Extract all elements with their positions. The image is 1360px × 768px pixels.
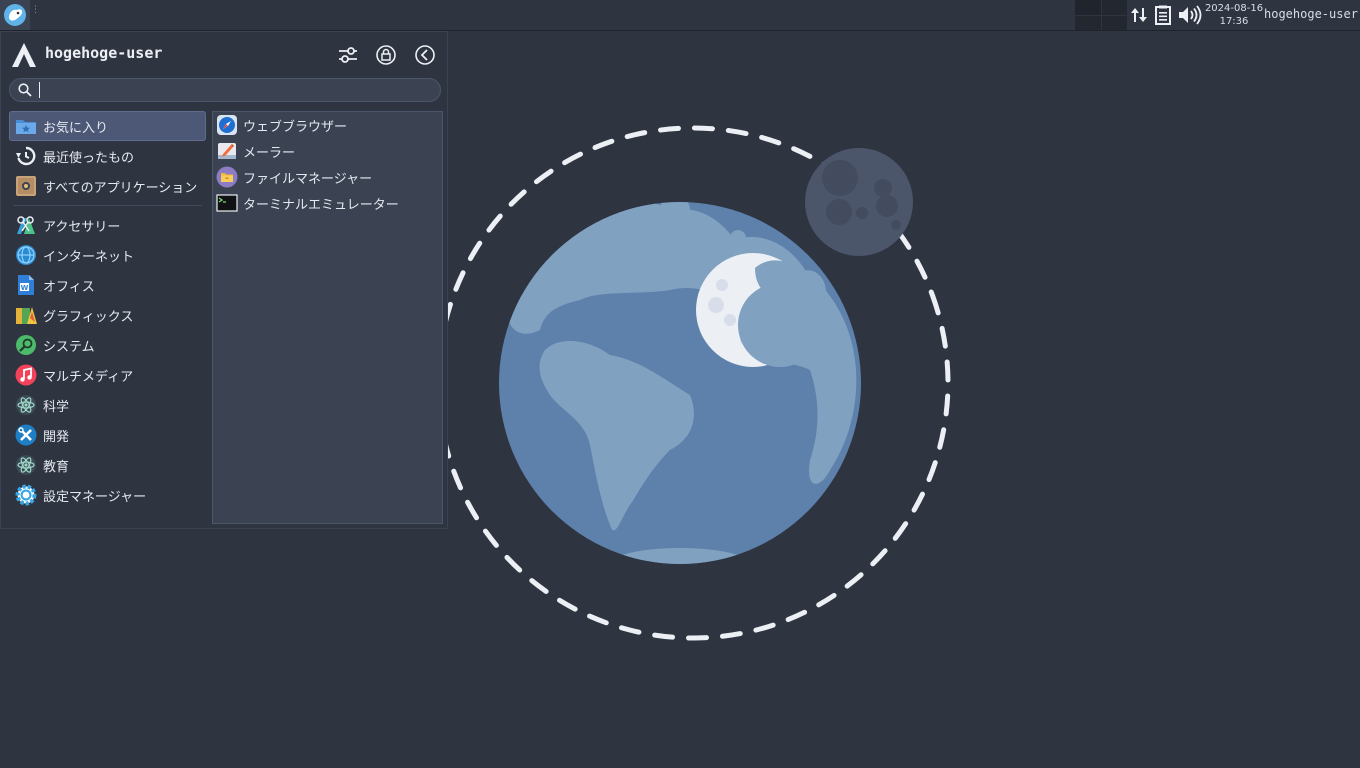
- app-mail-client[interactable]: メーラー: [213, 138, 442, 164]
- development-tools-icon: [15, 424, 37, 446]
- internet-globe-icon: [16, 245, 36, 265]
- category-label: すべてのアプリケーション: [43, 180, 198, 196]
- office-document-icon: W: [18, 275, 34, 295]
- category-label: 設定マネージャー: [43, 489, 147, 505]
- terminal-icon: [216, 194, 238, 212]
- clock[interactable]: 2024-08-16 17:36: [1204, 2, 1264, 28]
- top-panel: ⋮ 2024-08-16 17:36 hogehoge-user: [0, 0, 1360, 31]
- workspace-2[interactable]: [1101, 0, 1127, 15]
- search-input[interactable]: [38, 81, 433, 99]
- app-terminal[interactable]: ターミナルエミュレーター: [213, 190, 442, 216]
- applications-menu-button[interactable]: [0, 0, 30, 30]
- user-avatar-icon: [12, 43, 36, 67]
- workspace-1[interactable]: [1075, 0, 1101, 15]
- accessories-icon: [17, 216, 35, 234]
- file-manager-icon: [216, 166, 238, 188]
- category-label: 科学: [43, 399, 70, 415]
- category-science[interactable]: 科学: [9, 390, 206, 420]
- category-multimedia[interactable]: マルチメディア: [9, 360, 206, 390]
- network-icon[interactable]: [1128, 4, 1150, 26]
- panel-drag-handle[interactable]: ⋮: [31, 6, 40, 22]
- menu-header: hogehoge-user: [11, 40, 439, 70]
- settings-manager-icon: [15, 484, 37, 506]
- search-box[interactable]: [9, 78, 441, 102]
- category-label: 最近使ったもの: [43, 150, 135, 166]
- lock-screen-icon: [376, 45, 396, 65]
- mail-client-icon: [218, 143, 236, 159]
- category-label: 開発: [43, 429, 70, 445]
- category-label: マルチメディア: [43, 369, 134, 385]
- whisker-menu-icon: [4, 4, 26, 26]
- app-file-manager[interactable]: ファイルマネージャー: [213, 164, 442, 190]
- recent-history-icon: [16, 146, 36, 166]
- category-separator: [13, 205, 202, 206]
- app-web-browser[interactable]: ウェブブラウザー: [213, 112, 442, 138]
- application-menu: hogehoge-user お気に入り 最近使ったもの すべてのアプリケーション…: [0, 31, 448, 529]
- logout-icon: [415, 45, 435, 65]
- category-accessories[interactable]: アクセサリー: [9, 210, 206, 240]
- category-favorites[interactable]: お気に入り: [9, 111, 206, 141]
- education-atom-icon: [16, 455, 36, 475]
- category-education[interactable]: 教育: [9, 450, 206, 480]
- science-atom-icon: [16, 395, 36, 415]
- clipboard-icon[interactable]: [1152, 4, 1174, 26]
- category-all-applications[interactable]: すべてのアプリケーション: [9, 171, 206, 201]
- category-label: お気に入り: [43, 120, 109, 136]
- category-internet[interactable]: インターネット: [9, 240, 206, 270]
- category-development[interactable]: 開発: [9, 420, 206, 450]
- lock-screen-button[interactable]: [374, 43, 398, 67]
- svg-text:W: W: [21, 284, 29, 292]
- web-browser-icon: [217, 115, 237, 135]
- clock-time: 17:36: [1219, 16, 1249, 27]
- menu-username: hogehoge-user: [45, 44, 163, 62]
- app-label: メーラー: [243, 145, 296, 161]
- multimedia-music-icon: [15, 364, 37, 386]
- logout-button[interactable]: [413, 43, 437, 67]
- workspace-switcher[interactable]: [1075, 0, 1127, 30]
- app-label: ターミナルエミュレーター: [243, 197, 399, 213]
- application-list: ウェブブラウザー メーラー ファイルマネージャー ターミナルエミュレーター: [212, 111, 443, 524]
- app-label: ファイルマネージャー: [243, 171, 373, 187]
- panel-username[interactable]: hogehoge-user: [1264, 7, 1358, 21]
- category-label: グラフィックス: [43, 309, 134, 325]
- volume-icon[interactable]: [1177, 4, 1202, 26]
- category-recent[interactable]: 最近使ったもの: [9, 141, 206, 171]
- app-label: ウェブブラウザー: [243, 119, 348, 135]
- text-cursor: [39, 82, 40, 98]
- category-system[interactable]: システム: [9, 330, 206, 360]
- category-label: アクセサリー: [43, 219, 121, 235]
- search-icon: [18, 83, 32, 97]
- settings-icon: [339, 47, 357, 63]
- category-label: インターネット: [43, 249, 135, 265]
- graphics-icon: [16, 307, 37, 324]
- category-office[interactable]: W オフィス: [9, 270, 206, 300]
- clock-date: 2024-08-16: [1204, 3, 1264, 14]
- category-list: お気に入り 最近使ったもの すべてのアプリケーション アクセサリー インターネッ…: [9, 111, 206, 510]
- workspace-4[interactable]: [1101, 15, 1127, 30]
- settings-button[interactable]: [336, 43, 360, 67]
- favorites-folder-icon: [16, 120, 36, 134]
- category-label: システム: [43, 339, 95, 355]
- category-graphics[interactable]: グラフィックス: [9, 300, 206, 330]
- all-applications-icon: [16, 176, 36, 196]
- workspace-3[interactable]: [1075, 15, 1101, 30]
- category-label: 教育: [43, 459, 70, 475]
- category-label: オフィス: [43, 279, 95, 295]
- system-search-icon: [16, 335, 36, 355]
- category-settings-manager[interactable]: 設定マネージャー: [9, 480, 206, 510]
